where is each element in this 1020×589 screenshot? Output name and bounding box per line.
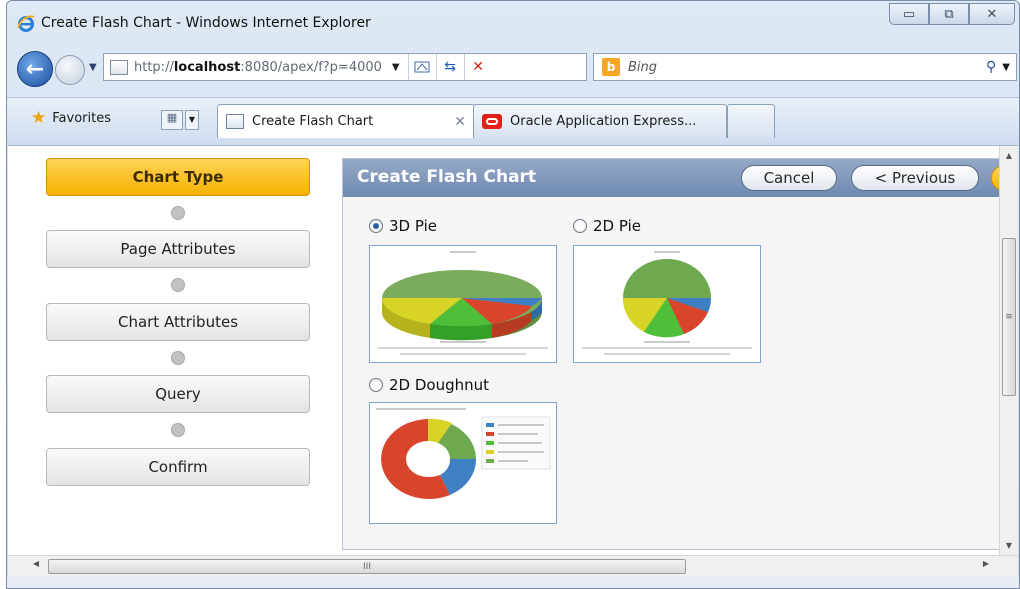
step-confirm[interactable]: Confirm bbox=[46, 448, 310, 486]
vertical-scroll-thumb[interactable]: ≡ bbox=[1002, 238, 1016, 396]
tab-oracle-application-express[interactable]: Oracle Application Express... bbox=[473, 104, 727, 138]
chart-type-option-3d-pie[interactable]: 3D Pie bbox=[369, 217, 437, 235]
new-tab-button[interactable] bbox=[727, 104, 775, 138]
3d-pie-chart-image bbox=[378, 251, 548, 355]
step-label: Chart Type bbox=[132, 168, 224, 186]
browser-window: Create Flash Chart - Windows Internet Ex… bbox=[6, 0, 1020, 589]
step-label: Confirm bbox=[148, 458, 208, 476]
2d-doughnut-chart-image bbox=[376, 408, 551, 499]
close-button[interactable]: ✕ bbox=[969, 3, 1015, 25]
step-chart-attributes[interactable]: Chart Attributes bbox=[46, 303, 310, 341]
3d-pie-chart-preview[interactable] bbox=[369, 245, 557, 363]
step-connector-dot bbox=[171, 351, 185, 365]
title-bar: Create Flash Chart - Windows Internet Ex… bbox=[7, 1, 1019, 45]
page-content: Chart Type Page Attributes Chart Attribu… bbox=[8, 145, 1018, 555]
recent-pages-dropdown[interactable]: ▼ bbox=[89, 62, 97, 73]
search-options-dropdown-icon[interactable]: ▼ bbox=[1002, 62, 1010, 73]
search-box[interactable]: b Bing ⚲ ▼ bbox=[593, 53, 1017, 81]
step-label: Page Attributes bbox=[120, 240, 236, 258]
favorites-button[interactable]: ★ Favorites bbox=[31, 108, 111, 128]
star-icon: ★ bbox=[31, 108, 47, 128]
search-input[interactable]: Bing bbox=[628, 60, 986, 75]
bing-icon: b bbox=[602, 58, 620, 76]
2d-doughnut-chart-preview[interactable] bbox=[369, 402, 557, 524]
quick-tabs-icon: ▦ bbox=[166, 111, 178, 124]
chart-type-option-2d-doughnut[interactable]: 2D Doughnut bbox=[369, 376, 489, 394]
tab-create-flash-chart[interactable]: Create Flash Chart ✕ bbox=[217, 104, 475, 138]
option-label: 3D Pie bbox=[389, 217, 437, 235]
create-flash-chart-region: Create Flash Chart Cancel < Previous 3D … bbox=[342, 158, 1018, 550]
url-host: localhost bbox=[173, 59, 241, 75]
step-chart-type[interactable]: Chart Type bbox=[46, 158, 310, 196]
2d-pie-chart-preview[interactable] bbox=[573, 245, 761, 363]
tab-label: Oracle Application Express... bbox=[510, 114, 697, 129]
navigation-bar: ← ▼ http:// localhost :8080/apex/f?p=400… bbox=[7, 45, 1019, 93]
scroll-down-arrow[interactable]: ▼ bbox=[1000, 538, 1018, 554]
step-label: Chart Attributes bbox=[117, 313, 239, 331]
cancel-button[interactable]: Cancel bbox=[741, 165, 837, 191]
option-label: 2D Doughnut bbox=[389, 376, 490, 394]
url-scheme: http:// bbox=[134, 59, 174, 75]
tab-close-icon[interactable]: ✕ bbox=[454, 114, 466, 130]
option-label: 2D Pie bbox=[593, 217, 641, 235]
page-icon bbox=[110, 59, 128, 75]
scroll-right-arrow[interactable]: ▶ bbox=[978, 559, 994, 568]
compatibility-view-icon[interactable] bbox=[407, 54, 436, 80]
region-title: Create Flash Chart bbox=[357, 167, 537, 187]
horizontal-scroll-thumb[interactable]: III bbox=[48, 559, 686, 574]
maximize-button[interactable]: ⧉ bbox=[929, 3, 969, 25]
minimize-button[interactable]: ▭ bbox=[889, 3, 929, 25]
back-button[interactable]: ← bbox=[17, 51, 53, 87]
tab-label: Create Flash Chart bbox=[252, 114, 374, 129]
grip-icon: III bbox=[363, 561, 371, 572]
scroll-up-arrow[interactable]: ▲ bbox=[1000, 148, 1018, 164]
tab-list-dropdown[interactable]: ▼ bbox=[185, 110, 199, 130]
favorites-label: Favorites bbox=[52, 110, 111, 126]
address-dropdown-icon[interactable]: ▼ bbox=[392, 62, 400, 73]
radio-3d-pie[interactable] bbox=[369, 219, 383, 233]
maximize-icon: ⧉ bbox=[944, 6, 954, 22]
address-bar[interactable]: http:// localhost :8080/apex/f?p=4000 ▼ … bbox=[103, 53, 587, 81]
scroll-left-arrow[interactable]: ◀ bbox=[28, 559, 44, 568]
refresh-icon[interactable]: ⇆ bbox=[435, 54, 464, 80]
url-path: :8080/apex/f?p=4000 bbox=[240, 59, 382, 75]
step-connector-dot bbox=[171, 206, 185, 220]
step-label: Query bbox=[155, 385, 201, 403]
window-title: Create Flash Chart - Windows Internet Ex… bbox=[41, 15, 371, 31]
region-header: Create Flash Chart Cancel < Previous bbox=[343, 159, 1018, 197]
status-bar bbox=[7, 577, 1019, 588]
chart-type-option-2d-pie[interactable]: 2D Pie bbox=[573, 217, 641, 235]
minimize-icon: ▭ bbox=[902, 6, 916, 22]
horizontal-scrollbar[interactable]: ◀ III ▶ bbox=[8, 555, 1018, 577]
internet-explorer-icon bbox=[17, 15, 35, 32]
step-page-attributes[interactable]: Page Attributes bbox=[46, 230, 310, 268]
vertical-scrollbar[interactable]: ▲ ≡ ▼ bbox=[999, 146, 1018, 555]
grip-icon: ≡ bbox=[1005, 312, 1013, 322]
previous-button[interactable]: < Previous bbox=[851, 165, 979, 191]
2d-pie-chart-image bbox=[582, 251, 752, 355]
window-controls: ▭ ⧉ ✕ bbox=[889, 3, 1015, 25]
step-query[interactable]: Query bbox=[46, 375, 310, 413]
close-icon: ✕ bbox=[986, 6, 998, 22]
oracle-icon bbox=[482, 114, 502, 129]
search-icon[interactable]: ⚲ bbox=[986, 59, 996, 75]
radio-2d-doughnut[interactable] bbox=[369, 378, 383, 392]
previous-label: < Previous bbox=[874, 169, 956, 187]
back-arrow-icon: ← bbox=[25, 56, 45, 82]
stop-icon[interactable]: ✕ bbox=[463, 54, 492, 80]
step-connector-dot bbox=[171, 423, 185, 437]
step-connector-dot bbox=[171, 278, 185, 292]
cancel-label: Cancel bbox=[763, 169, 815, 187]
radio-2d-pie[interactable] bbox=[573, 219, 587, 233]
page-icon bbox=[226, 114, 244, 129]
tab-bar: ★ Favorites ▦ ▼ Create Flash Chart ✕ Ora… bbox=[7, 97, 1019, 145]
quick-tabs-button[interactable]: ▦ bbox=[161, 110, 183, 130]
forward-button[interactable] bbox=[55, 55, 85, 85]
